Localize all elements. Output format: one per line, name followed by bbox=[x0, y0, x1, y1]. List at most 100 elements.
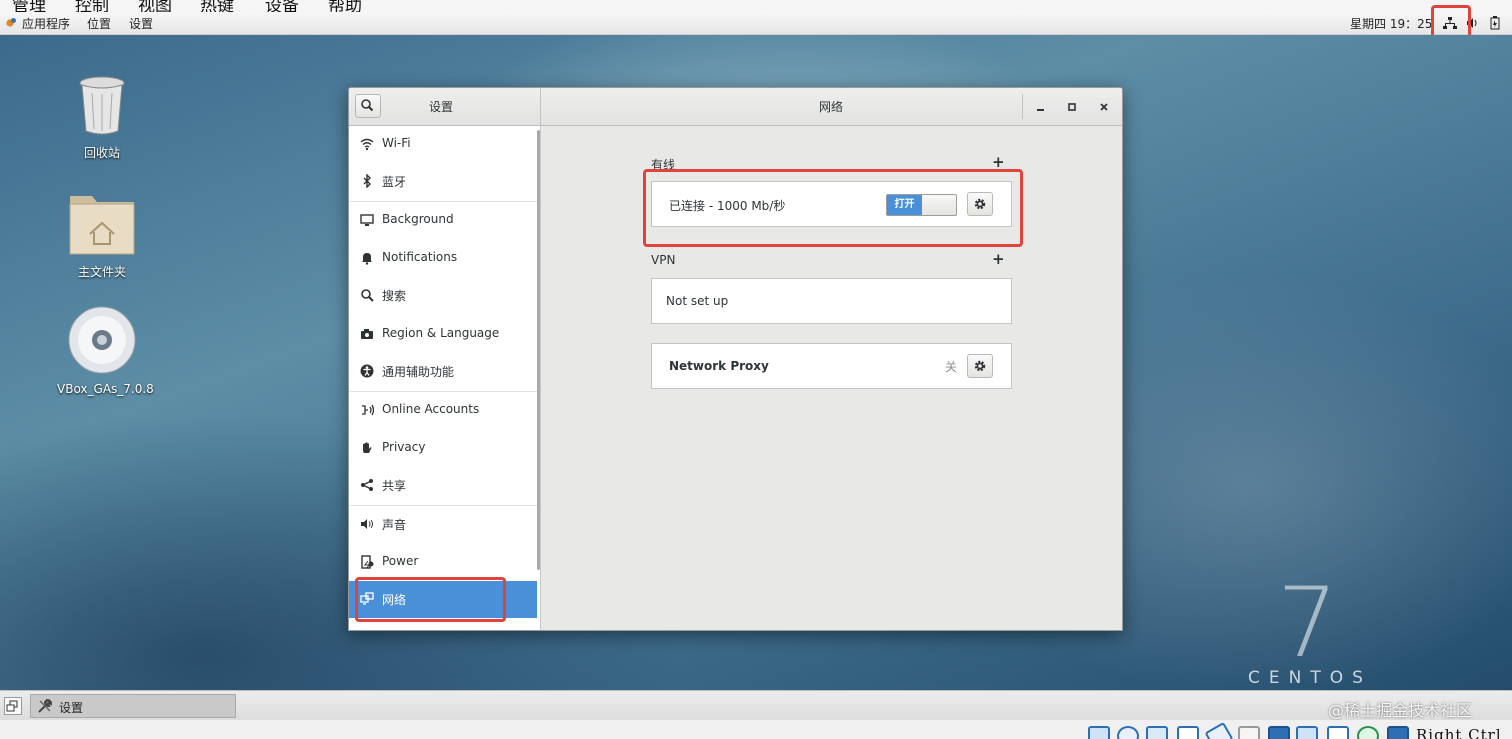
background-icon bbox=[360, 214, 374, 226]
minimize-button[interactable] bbox=[1033, 99, 1049, 115]
bell-icon bbox=[362, 253, 372, 265]
show-desktop-icon bbox=[6, 700, 18, 712]
vbox-menu-help[interactable]: 帮助 bbox=[328, 0, 362, 12]
desktop-icon-label: 主文件夹 bbox=[77, 265, 126, 279]
close-icon bbox=[1100, 103, 1108, 111]
sidebar-item-wifi[interactable]: Wi-Fi bbox=[349, 126, 537, 163]
vbox-menu-control[interactable]: 控制 bbox=[75, 0, 109, 12]
sidebar-item-label: 共享 bbox=[382, 479, 407, 493]
sidebar-item-sharing[interactable]: 共享 bbox=[349, 467, 537, 504]
sidebar-item-label: Online Accounts bbox=[382, 402, 480, 416]
network-proxy-row[interactable]: Network Proxy 关 bbox=[651, 343, 1012, 389]
vpn-section-title: VPN bbox=[651, 253, 676, 267]
search-icon bbox=[361, 99, 374, 112]
sidebar-item-online-accounts[interactable]: Online Accounts bbox=[349, 392, 537, 429]
sidebar-item-label: Notifications bbox=[382, 250, 458, 264]
taskbar-item-label: 设置 bbox=[59, 701, 84, 715]
home-folder-icon bbox=[69, 196, 135, 255]
optical-drive-icon[interactable] bbox=[1117, 726, 1139, 739]
desktop-icon-label: 回收站 bbox=[83, 146, 120, 160]
sidebar-scrollbar[interactable] bbox=[537, 130, 540, 570]
sidebar-item-label: 通用辅助功能 bbox=[382, 365, 455, 379]
vbox-menu-bar: 管理 控制 视图 热键 设备 帮助 bbox=[0, 0, 1512, 12]
disc-icon bbox=[68, 306, 136, 374]
sidebar-item-search[interactable]: 搜索 bbox=[349, 277, 537, 314]
header-separator bbox=[1022, 94, 1023, 119]
vbox-menu-hotkeys[interactable]: 热键 bbox=[200, 0, 234, 12]
panel-title: 网络 bbox=[819, 100, 844, 114]
clock[interactable]: 星期四 19：25 bbox=[1350, 15, 1432, 32]
sidebar-item-label: Privacy bbox=[382, 440, 426, 454]
watermark: @稀土掘金技术社区 bbox=[1328, 701, 1473, 720]
sidebar-item-privacy[interactable]: Privacy bbox=[349, 430, 537, 467]
sidebar-title: 设置 bbox=[429, 100, 454, 114]
applications-menu-icon bbox=[6, 18, 16, 27]
sidebar-item-label: Wi-Fi bbox=[382, 136, 411, 150]
sidebar-item-notifications[interactable]: Notifications bbox=[349, 240, 537, 277]
host-key-label: Right Ctrl bbox=[1416, 726, 1502, 739]
sidebar-item-accessibility[interactable]: 通用辅助功能 bbox=[349, 353, 537, 390]
places-menu[interactable]: 位置 bbox=[87, 15, 111, 32]
share-icon bbox=[361, 479, 373, 491]
settings-menu[interactable]: 设置 bbox=[129, 15, 153, 32]
sidebar-item-label: Background bbox=[382, 212, 454, 226]
maximize-icon bbox=[1068, 103, 1076, 111]
sidebar-item-power[interactable]: Power bbox=[349, 544, 537, 581]
desktop-icon-home[interactable]: 主文件夹 bbox=[57, 190, 147, 280]
speaker-icon bbox=[361, 519, 373, 529]
display-icon[interactable] bbox=[1268, 726, 1290, 739]
sidebar-item-sound[interactable]: 声音 bbox=[349, 506, 537, 543]
desktop-icon-disc[interactable]: VBox_GAs_7.0.8 bbox=[57, 305, 154, 396]
guest-additions-icon[interactable] bbox=[1357, 726, 1379, 739]
sidebar-item-bluetooth[interactable]: 蓝牙 bbox=[349, 163, 537, 200]
centos-wordmark: CENTOS bbox=[1248, 668, 1372, 688]
top-panel: 应用程序 位置 设置 星期四 19：25 bbox=[0, 12, 1512, 35]
search-icon bbox=[361, 289, 374, 302]
wifi-icon bbox=[360, 138, 374, 151]
desktop-icon-label: VBox_GAs_7.0.8 bbox=[57, 382, 154, 396]
sidebar-header: 设置 bbox=[349, 88, 541, 125]
sidebar-item-label: 声音 bbox=[382, 518, 407, 532]
vpn-status: Not set up bbox=[666, 294, 729, 308]
shared-folders-icon[interactable] bbox=[1238, 726, 1260, 739]
maximize-button[interactable] bbox=[1064, 99, 1080, 115]
vbox-status-bar: Right Ctrl bbox=[0, 720, 1512, 739]
taskbar-item-settings[interactable]: 设置 bbox=[30, 694, 236, 718]
search-button[interactable] bbox=[355, 94, 381, 118]
hard-disk-icon[interactable] bbox=[1088, 726, 1110, 739]
sidebar-item-background[interactable]: Background bbox=[349, 202, 537, 239]
usb-icon[interactable] bbox=[1204, 721, 1234, 739]
sidebar-item-label: 搜索 bbox=[382, 289, 407, 303]
network-adapter-icon[interactable] bbox=[1177, 726, 1199, 739]
sidebar-item-label: Power bbox=[382, 554, 419, 568]
sidebar-item-region-language[interactable]: Region & Language bbox=[349, 316, 537, 353]
wired-annotation-box bbox=[643, 169, 1023, 247]
sidebar-item-label: Region & Language bbox=[382, 326, 500, 340]
proxy-settings-button[interactable] bbox=[967, 354, 993, 378]
vbox-menu-view[interactable]: 视图 bbox=[138, 0, 172, 12]
network-annotation-box bbox=[355, 577, 506, 622]
applications-menu[interactable]: 应用程序 bbox=[22, 15, 70, 32]
audio-icon[interactable] bbox=[1146, 726, 1168, 739]
mouse-integration-icon[interactable] bbox=[1387, 726, 1409, 739]
header-bar: 设置 网络 bbox=[349, 88, 1122, 126]
online-accounts-icon bbox=[362, 404, 374, 416]
minimize-icon bbox=[1037, 109, 1044, 111]
bottom-panel: 设置 bbox=[0, 690, 1512, 721]
sidebar-item-label: 蓝牙 bbox=[382, 175, 407, 189]
show-desktop-button[interactable] bbox=[4, 697, 22, 715]
vpn-row: Not set up bbox=[651, 278, 1012, 324]
desktop-icon-trash[interactable]: 回收站 bbox=[57, 75, 147, 161]
power-icon bbox=[361, 555, 374, 569]
accessibility-icon bbox=[360, 364, 374, 378]
trash-icon bbox=[79, 76, 125, 135]
recording-icon[interactable] bbox=[1296, 726, 1318, 739]
settings-sidebar: Wi-Fi 蓝牙 Background Notifications 搜索 Reg… bbox=[349, 126, 541, 630]
close-button[interactable] bbox=[1096, 99, 1112, 115]
battery-icon[interactable] bbox=[1490, 16, 1500, 30]
add-vpn-button[interactable]: + bbox=[992, 250, 1005, 268]
centos-version-number: 7 bbox=[1277, 567, 1339, 679]
vbox-menu-manage[interactable]: 管理 bbox=[12, 0, 46, 12]
vbox-menu-devices[interactable]: 设备 bbox=[265, 0, 299, 12]
cpu-icon[interactable] bbox=[1327, 726, 1349, 739]
